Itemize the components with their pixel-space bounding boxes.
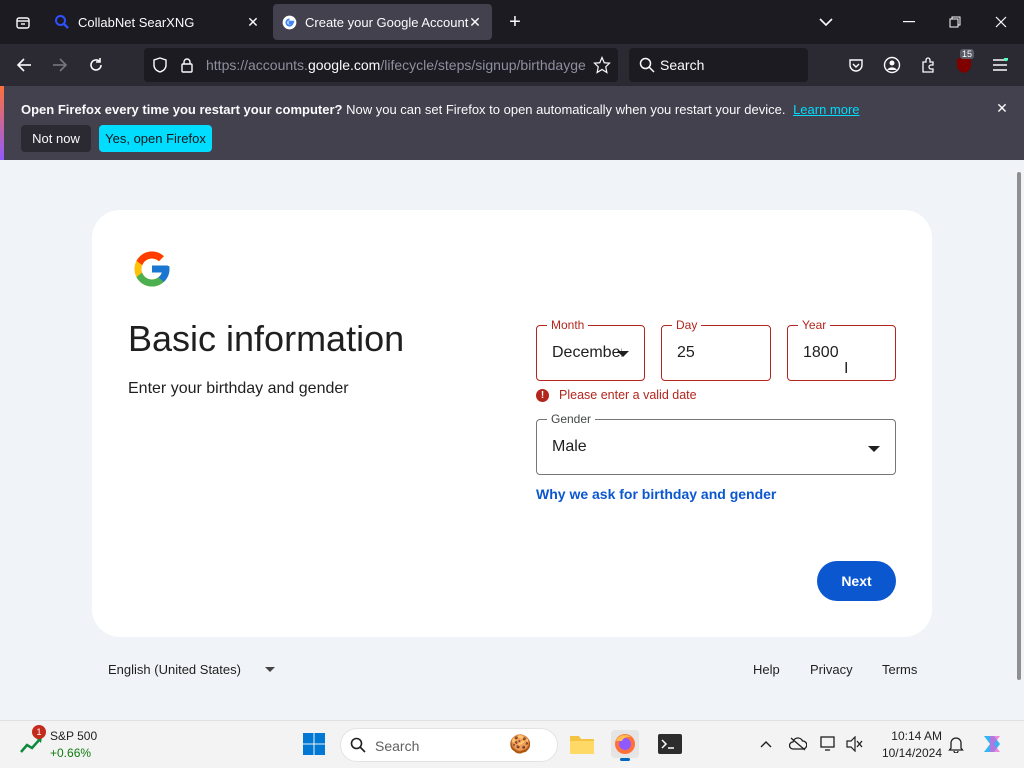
search-placeholder: Search — [660, 57, 705, 73]
forward-arrow-icon[interactable] — [48, 53, 72, 77]
help-link[interactable]: Help — [753, 662, 780, 677]
page-title: Basic information — [128, 318, 405, 359]
volume-muted-icon[interactable] — [841, 730, 869, 758]
close-tab-icon[interactable]: ✕ — [244, 13, 262, 31]
error-icon: ! — [536, 388, 549, 402]
cookie-icon: 🍪 — [509, 734, 532, 754]
gender-select[interactable]: Gender Male — [536, 411, 896, 475]
year-label: Year — [798, 317, 831, 333]
search-icon — [350, 737, 366, 756]
month-value: December — [552, 344, 622, 361]
close-notification-icon[interactable]: ✕ — [992, 98, 1012, 118]
privacy-link[interactable]: Privacy — [810, 662, 853, 677]
taskbar-search[interactable]: Search 🍪 — [340, 728, 558, 762]
search-bar[interactable]: Search — [629, 48, 808, 82]
url-bar[interactable]: https://accounts.google.com/lifecycle/st… — [144, 48, 618, 82]
active-indicator — [620, 758, 630, 761]
caret-down-icon[interactable] — [265, 667, 275, 672]
error-text: Please enter a valid date — [559, 388, 697, 402]
minimize-icon[interactable] — [886, 0, 932, 44]
pocket-icon[interactable] — [844, 53, 868, 77]
month-select[interactable]: Month December — [536, 317, 645, 381]
notification-message: Open Firefox every time you restart your… — [21, 102, 860, 117]
next-button[interactable]: Next — [817, 561, 896, 601]
year-field[interactable]: Year 1800 I — [787, 317, 896, 381]
tab-google-account[interactable]: Create your Google Account ✕ — [273, 4, 492, 40]
restore-icon[interactable] — [932, 0, 978, 44]
tab-searxng[interactable]: CollabNet SearXNG ✕ — [44, 0, 270, 44]
day-label: Day — [672, 317, 702, 333]
ublock-extension-icon[interactable]: 15 — [952, 49, 976, 77]
close-tab-icon[interactable]: ✕ — [466, 13, 484, 31]
file-explorer-icon[interactable] — [568, 730, 596, 758]
language-select[interactable]: English (United States) — [108, 662, 241, 677]
windows-taskbar: 1 S&P 500 +0.66% Search 🍪 10:14 AM 10/14… — [0, 720, 1024, 768]
clock-date[interactable]: 10/14/2024 — [872, 746, 942, 760]
gender-value: Male — [552, 438, 587, 455]
page-subtitle: Enter your birthday and gender — [128, 380, 349, 397]
day-field[interactable]: Day 25 — [661, 317, 771, 381]
bookmark-star-icon[interactable] — [590, 53, 614, 77]
default-browser-notification: Open Firefox every time you restart your… — [0, 86, 1024, 160]
month-label: Month — [547, 317, 589, 333]
caret-down-icon — [617, 351, 629, 357]
lock-icon[interactable] — [175, 53, 199, 77]
widget-badge: 1 — [32, 725, 46, 739]
not-now-button[interactable]: Not now — [21, 125, 91, 152]
list-tabs-chevron-icon[interactable] — [803, 0, 849, 44]
taskbar-search-label: Search — [375, 738, 420, 754]
text-cursor-icon: I — [844, 360, 849, 377]
day-value: 25 — [677, 344, 695, 361]
stock-chart-icon[interactable]: 1 — [18, 725, 46, 759]
navigation-bar: https://accounts.google.com/lifecycle/st… — [0, 44, 1024, 86]
copilot-icon[interactable] — [978, 730, 1006, 758]
stock-name[interactable]: S&P 500 — [50, 729, 97, 743]
cloud-offline-icon[interactable] — [784, 730, 812, 758]
year-value: 1800 — [803, 344, 839, 361]
why-we-ask-link[interactable]: Why we ask for birthday and gender — [536, 486, 776, 502]
clock-time[interactable]: 10:14 AM — [872, 729, 942, 743]
url-text[interactable]: https://accounts.google.com/lifecycle/st… — [206, 57, 586, 73]
account-icon[interactable] — [880, 53, 904, 77]
new-tab-icon[interactable]: + — [492, 0, 538, 44]
terms-link[interactable]: Terms — [882, 662, 917, 677]
menu-hamburger-icon[interactable] — [988, 53, 1012, 77]
back-arrow-icon[interactable] — [12, 53, 36, 77]
terminal-icon[interactable] — [656, 730, 684, 758]
reload-icon[interactable] — [84, 53, 108, 77]
tab-title: CollabNet SearXNG — [78, 14, 195, 30]
tab-overview-icon[interactable] — [0, 0, 46, 44]
google-g-icon — [281, 14, 297, 30]
yes-open-firefox-button[interactable]: Yes, open Firefox — [99, 125, 212, 152]
network-icon[interactable] — [815, 730, 843, 758]
google-logo-icon — [131, 248, 173, 290]
firefox-icon[interactable] — [611, 730, 639, 761]
tab-title: Create your Google Account — [305, 14, 469, 30]
tab-bar: CollabNet SearXNG ✕ Create your Google A… — [0, 0, 1024, 44]
shield-icon[interactable] — [148, 53, 172, 77]
gender-label: Gender — [547, 411, 596, 427]
close-window-icon[interactable] — [978, 0, 1024, 44]
learn-more-link[interactable]: Learn more — [793, 102, 859, 117]
caret-down-icon — [868, 446, 880, 452]
date-error: ! Please enter a valid date — [536, 388, 697, 402]
page-scrollbar[interactable] — [1017, 172, 1021, 680]
notification-bell-icon[interactable] — [942, 730, 970, 758]
search-magnifier-icon — [54, 14, 70, 30]
extensions-puzzle-icon[interactable] — [916, 53, 940, 77]
search-icon — [635, 53, 659, 77]
stock-change[interactable]: +0.66% — [50, 746, 91, 760]
windows-start-icon[interactable] — [300, 730, 328, 758]
extension-badge: 15 — [960, 49, 975, 59]
chevron-up-icon[interactable] — [752, 730, 780, 758]
